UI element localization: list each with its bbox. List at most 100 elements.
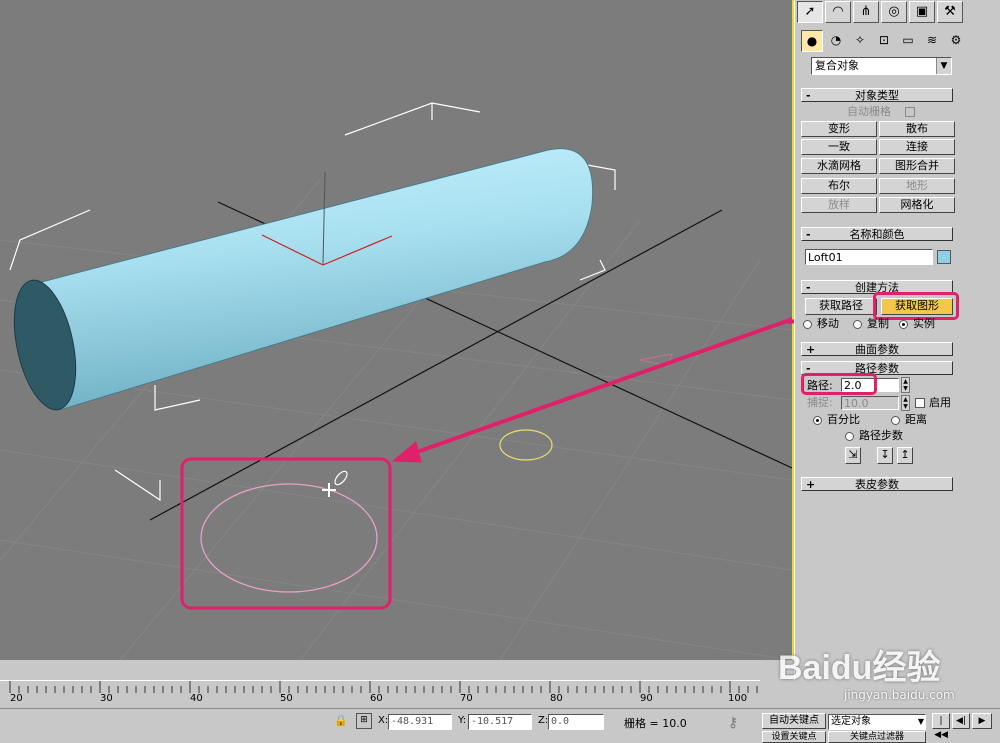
arrow-down-icon: ↧ (880, 448, 890, 461)
panel-tabbar: ➚ ◠ ⋔ ◎ ▣ ⚒ (795, 0, 1000, 24)
geometry-button[interactable]: ● (801, 30, 823, 52)
prev-shape-button[interactable]: ↧ (877, 447, 893, 464)
move-radio[interactable] (803, 320, 812, 329)
ruler-label: 100 (728, 693, 748, 704)
instance-label: 实例 (913, 317, 935, 330)
prev-frame-icon: ◀| (956, 716, 966, 726)
get-path-button[interactable]: 获取路径 (805, 298, 877, 315)
surface-params-rollout-header[interactable]: + 曲面参数 (801, 342, 953, 356)
previous-frame-button[interactable]: ◀| (952, 713, 970, 729)
grid-spacing: 栅格 = 10.0 (624, 717, 687, 730)
timeline-ruler[interactable]: 20 30 40 50 60 70 80 90 100 (0, 680, 760, 707)
cameras-icon: ⊡ (878, 33, 890, 47)
ruler-label: 90 (640, 693, 653, 704)
path-spinner[interactable]: ▲ ▼ (901, 377, 910, 393)
lights-icon: ✧ (854, 33, 866, 47)
lock-icon[interactable]: 🔒 (334, 714, 348, 727)
hierarchy-tab[interactable]: ⋔ (853, 1, 879, 23)
pick-shape-button[interactable]: ⇲ (845, 447, 861, 464)
category-dropdown[interactable]: 复合对象 ▼ (811, 57, 952, 75)
object-name-input[interactable]: Loft01 (805, 249, 933, 265)
hierarchy-icon: ⋔ (860, 4, 872, 19)
path-steps-radio[interactable] (845, 432, 854, 441)
play-button[interactable]: ▶ (972, 713, 992, 729)
collapse-icon: - (806, 228, 811, 241)
distance-label: 距离 (905, 413, 927, 426)
snap-spinner[interactable]: ▲ ▼ (901, 395, 910, 411)
motion-icon: ◎ (888, 4, 900, 19)
helpers-button[interactable]: ▭ (897, 30, 919, 52)
absolute-mode-icon[interactable]: ⊞ (356, 713, 372, 729)
cameras-button[interactable]: ⊡ (873, 30, 895, 52)
display-icon: ▣ (915, 4, 929, 19)
ruler-label: 70 (460, 693, 473, 704)
utilities-tab[interactable]: ⚒ (937, 1, 963, 23)
pick-icon: ⇲ (848, 448, 858, 461)
shapes-icon: ◔ (830, 33, 842, 47)
z-coordinate-field[interactable]: 0.0 (548, 714, 604, 730)
key-filters-button[interactable]: 关键点过滤器 (828, 731, 926, 743)
chevron-down-icon: ▼ (936, 58, 951, 74)
path-steps-label: 路径步数 (859, 429, 903, 442)
percentage-radio[interactable] (813, 416, 822, 425)
snap-input[interactable]: 10.0 (841, 396, 899, 410)
distance-radio[interactable] (891, 416, 900, 425)
modify-tab[interactable]: ◠ (825, 1, 851, 23)
arrow-up-icon: ↥ (900, 448, 910, 461)
name-color-rollout-header[interactable]: - 名称和颜色 (801, 227, 953, 241)
y-label: Y: (458, 715, 467, 726)
highlight-box-path (801, 373, 877, 395)
spacewarps-icon: ≋ (926, 33, 938, 47)
object-color-swatch[interactable] (937, 250, 951, 264)
copy-radio[interactable] (853, 320, 862, 329)
spacewarps-button[interactable]: ≋ (921, 30, 943, 52)
blobmesh-button[interactable]: 水滴网格 (801, 158, 877, 174)
boolean-button[interactable]: 布尔 (801, 178, 877, 194)
collapse-icon: - (806, 281, 811, 294)
x-coordinate-field[interactable]: -48.931 (388, 714, 452, 730)
shapemerge-button[interactable]: 图形合并 (879, 158, 955, 174)
key-icon[interactable]: ⚷ (728, 715, 738, 731)
ruler-label: 40 (190, 693, 203, 704)
modify-icon: ◠ (832, 4, 844, 19)
lights-button[interactable]: ✧ (849, 30, 871, 52)
circle-shape-pink[interactable] (200, 483, 378, 593)
auto-key-button[interactable]: 自动关键点 (762, 713, 826, 729)
create-icon: ➚ (804, 4, 816, 19)
morph-button[interactable]: 变形 (801, 121, 877, 137)
loft-cylinder[interactable] (4, 148, 594, 416)
next-shape-button[interactable]: ↥ (897, 447, 913, 464)
perspective-viewport[interactable] (0, 0, 794, 660)
z-label: Z: (538, 715, 549, 726)
connect-button[interactable]: 连接 (879, 139, 955, 155)
skin-params-rollout-header[interactable]: + 表皮参数 (801, 477, 953, 491)
ruler-ticks (9, 681, 758, 693)
terrain-button[interactable]: 地形 (879, 178, 955, 194)
percentage-label: 百分比 (827, 413, 860, 426)
create-tab[interactable]: ➚ (797, 1, 823, 23)
go-to-start-button[interactable]: |◀◀ (932, 713, 950, 740)
snap-label: 捕捉: (807, 396, 833, 409)
circle-shape-yellow[interactable] (499, 429, 553, 461)
enable-checkbox[interactable] (915, 398, 925, 408)
selection-dropdown[interactable]: 选定对象 ▼ (828, 714, 926, 730)
loft-button[interactable]: 放样 (801, 197, 877, 213)
ruler-label: 60 (370, 693, 383, 704)
conform-button[interactable]: 一致 (801, 139, 877, 155)
scatter-button[interactable]: 散布 (879, 121, 955, 137)
shapes-button[interactable]: ◔ (825, 30, 847, 52)
y-coordinate-field[interactable]: -10.517 (468, 714, 532, 730)
display-tab[interactable]: ▣ (909, 1, 935, 23)
systems-button[interactable]: ⚙ (945, 30, 967, 52)
object-type-rollout-header[interactable]: - 对象类型 (801, 88, 953, 102)
mesher-button[interactable]: 网格化 (879, 197, 955, 213)
enable-label: 启用 (929, 396, 951, 409)
baidu-logo: Baidu经验 (778, 649, 941, 687)
motion-tab[interactable]: ◎ (881, 1, 907, 23)
auto-grid-checkbox[interactable] (905, 107, 915, 117)
baidu-url: jingyan.baidu.com (844, 688, 955, 702)
name-color-title: 名称和颜色 (849, 228, 905, 241)
set-key-button[interactable]: 设置关键点 (762, 731, 826, 743)
auto-grid-label: 自动栅格 (847, 105, 891, 118)
instance-radio[interactable] (899, 320, 908, 329)
